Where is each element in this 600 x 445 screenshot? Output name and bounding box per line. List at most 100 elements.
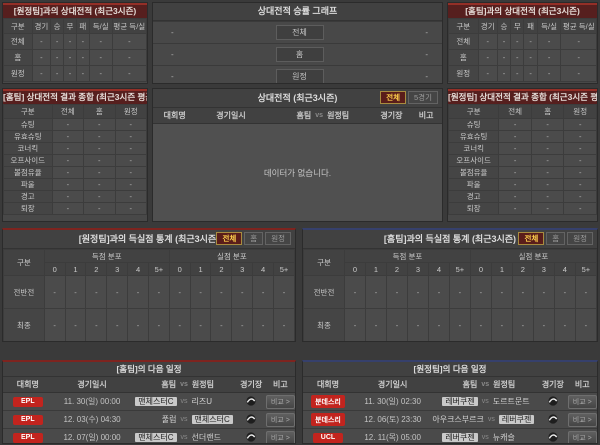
league-cell: EPL (3, 432, 53, 443)
table-cell: - (511, 34, 524, 50)
row-label: 홈 (449, 50, 479, 66)
table-cell: 3 (107, 263, 128, 276)
table-cell: - (112, 34, 146, 50)
col-note: 비고 (410, 110, 442, 121)
row-label: 홈 (4, 50, 33, 66)
row-label: 최종 (304, 309, 345, 342)
table-cell: 패 (524, 19, 537, 34)
table-cell: - (52, 167, 83, 179)
table-cell: 무 (511, 19, 524, 34)
table-cell: - (115, 179, 146, 191)
team-name: 선더랜드 (192, 433, 221, 442)
table-cell: - (575, 276, 596, 309)
panel-title-bar: 상대전적 (최근3시즌) 전체 5경기 (153, 89, 442, 108)
filter-all-button[interactable]: 전체 (518, 232, 544, 245)
winrate-right-value: - (324, 50, 443, 59)
table-cell: - (84, 131, 115, 143)
compare-button[interactable]: 비교 > (266, 395, 295, 409)
table-cell: 0 (470, 263, 491, 276)
vs-label: vs (488, 416, 495, 423)
table-row: 최종------------ (4, 309, 295, 342)
table-cell: - (52, 131, 83, 143)
table-cell: - (531, 155, 564, 167)
table-cell: 구분 (4, 105, 53, 119)
league-cell: 분데스리 (303, 413, 353, 426)
filter-recent5-button[interactable]: 5경기 (408, 91, 438, 104)
table-cell: 4 (428, 263, 449, 276)
table-cell: 2 (86, 263, 107, 276)
table-cell: - (148, 309, 169, 342)
panel-goals-vs-awayteam: [원정팀]과의 득실점 통계 (최근3시즌) 전체 홈 원정 구분득점 분포실점… (2, 228, 296, 342)
vs-label: vs (482, 434, 489, 441)
filter-away-button[interactable]: 원정 (567, 232, 593, 245)
league-badge: EPL (13, 433, 43, 443)
team-name: 레버쿠젠 (499, 415, 534, 424)
note-cell: 비교 > (266, 395, 295, 409)
col-home: 홈팀 (131, 379, 176, 390)
home-team: 풀럼 (131, 414, 176, 425)
table-cell: - (64, 66, 77, 82)
table-cell: - (497, 66, 510, 82)
group-scored: 득점 분포 (44, 250, 169, 263)
table-cell: - (232, 309, 253, 342)
group-conceded: 실점 분포 (470, 250, 596, 263)
table-cell: - (531, 143, 564, 155)
table-cell: - (511, 66, 524, 82)
league-badge: EPL (13, 397, 43, 407)
panel-h2h-vs-awayteam: [원정팀]과의 상대전적 (최근3시즌) 구분경기승무패득/실평균 득/실 전체… (2, 2, 148, 84)
table-cell: - (561, 34, 597, 50)
col-note: 비고 (568, 379, 597, 390)
table-cell: 3 (232, 263, 253, 276)
compare-button[interactable]: 비교 > (568, 413, 597, 427)
table-cell: 1 (65, 263, 86, 276)
panel-title: [원정팀]과의 상대전적 (최근3시즌) (3, 3, 147, 18)
filter-home-button[interactable]: 홈 (546, 232, 565, 245)
table-cell: 승 (51, 19, 64, 34)
col-league: 대회명 (3, 379, 53, 390)
note-cell: 비교 > (568, 395, 597, 409)
table-cell: - (366, 309, 387, 342)
table-cell: - (499, 203, 532, 215)
table-cell: - (115, 167, 146, 179)
table-cell: - (190, 309, 211, 342)
row-label: 슈팅 (4, 119, 53, 131)
filter-home-button[interactable]: 홈 (244, 232, 263, 245)
group-scored: 득점 분포 (345, 250, 471, 263)
table-cell: - (169, 309, 190, 342)
col-teams: 홈팀vs원정팀 (432, 379, 538, 390)
winrate-label: 홈 (276, 47, 324, 62)
table-cell: 구분 (4, 19, 33, 34)
filter-all-button[interactable]: 전체 (216, 232, 242, 245)
teams-cell: 레버쿠젠vs뉴캐슬 (432, 432, 538, 443)
schedule-header: 대회명 경기일시 홈팀vs원정팀 경기장 비고 (303, 377, 597, 393)
table-row: 전체------ (449, 34, 597, 50)
compare-button[interactable]: 비교 > (568, 395, 597, 409)
compare-button[interactable]: 비교 > (266, 413, 295, 427)
stadium-cell (538, 395, 567, 409)
panel-title: [홈팀]의 다음 일정 (3, 362, 295, 377)
filter-all-button[interactable]: 전체 (380, 91, 406, 104)
panel-title: [원정팀] 상대전적 결과 종합 (최근3시즌 평균) (448, 89, 597, 104)
table-cell: - (84, 119, 115, 131)
table-row: 전반전------------ (4, 276, 295, 309)
away-team: 맨체스터C (192, 414, 237, 425)
stadium-icon (547, 431, 559, 443)
table-cell: - (511, 50, 524, 66)
table-cell: - (84, 155, 115, 167)
compare-button[interactable]: 비교 > (266, 431, 295, 445)
table-cell: - (128, 276, 149, 309)
team-name: 맨체스터C (192, 415, 233, 424)
panel-title: [홈팀] 상대전적 결과 종합 (최근3시즌 평균) (3, 89, 147, 104)
table-cell: - (531, 179, 564, 191)
compare-button[interactable]: 비교 > (568, 431, 597, 445)
home-team: 맨체스터C (131, 396, 176, 407)
filter-away-button[interactable]: 원정 (265, 232, 291, 245)
table-cell: - (533, 276, 554, 309)
schedule-header: 대회명 경기일시 홈팀vs원정팀 경기장 비고 (3, 377, 295, 393)
table-cell: - (449, 309, 470, 342)
row-label: 전반전 (4, 276, 45, 309)
table-cell: - (32, 50, 51, 66)
table-cell: - (499, 143, 532, 155)
table-row: 유효슈팅--- (4, 131, 147, 143)
team-name: 리즈U (192, 397, 213, 406)
